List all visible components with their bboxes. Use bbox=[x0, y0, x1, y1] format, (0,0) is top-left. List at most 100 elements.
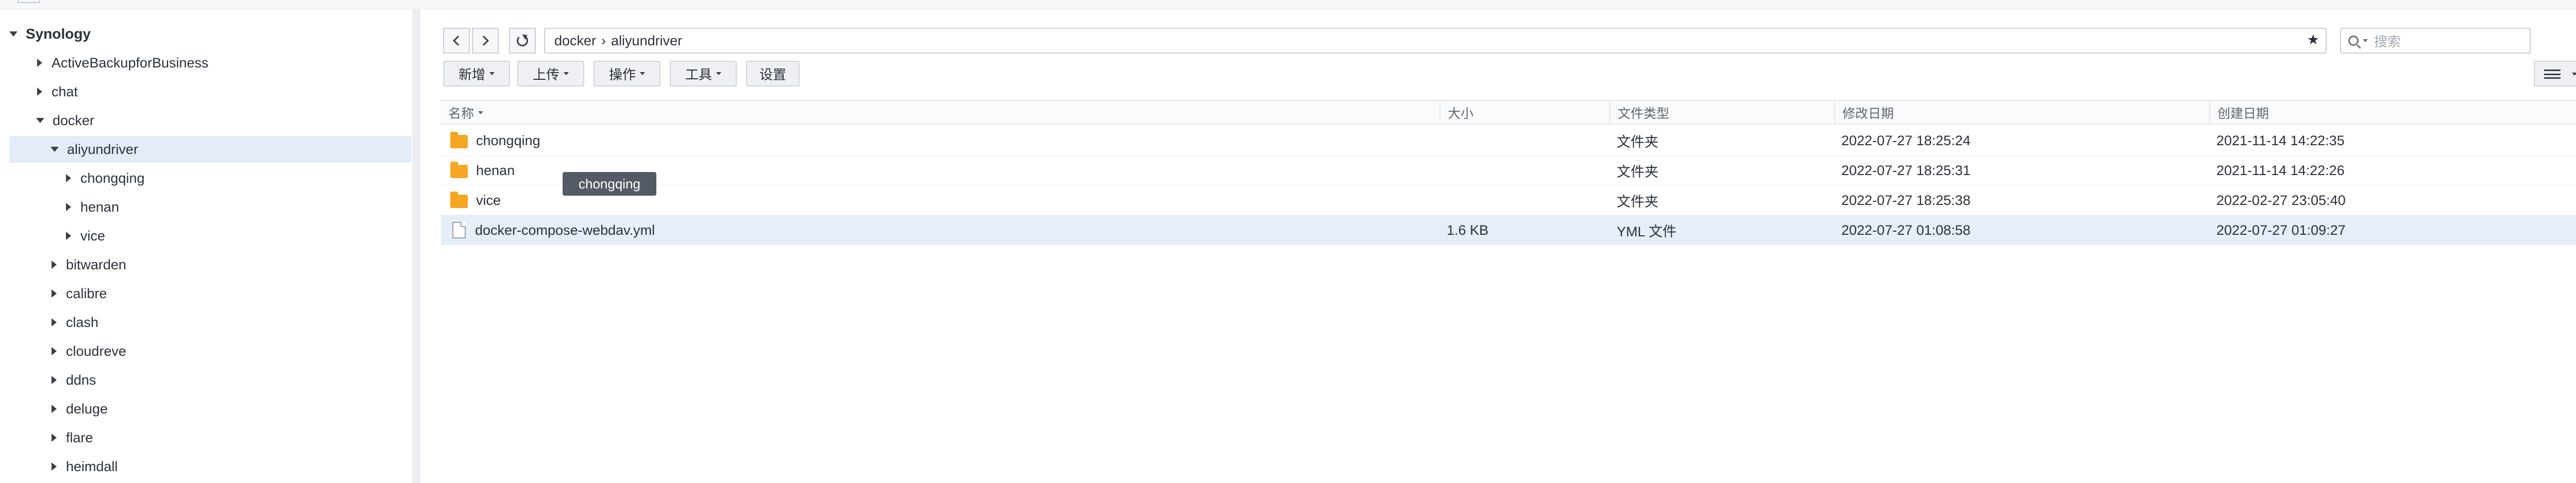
search-icon bbox=[2348, 36, 2359, 46]
folder-tree: Synology ActiveBackupforBusiness chat do… bbox=[0, 9, 417, 483]
tree-item-synology[interactable]: Synology bbox=[9, 21, 411, 47]
column-header-size[interactable]: 大小 bbox=[1439, 101, 1609, 125]
file-icon bbox=[452, 222, 466, 238]
tree-item-activebackupforbusiness[interactable]: ActiveBackupforBusiness bbox=[9, 49, 411, 76]
tree-item-label: deluge bbox=[66, 401, 108, 417]
chevron-right-icon[interactable] bbox=[52, 289, 57, 298]
chevron-down-icon[interactable] bbox=[50, 147, 59, 152]
chevron-left-icon bbox=[453, 36, 463, 46]
column-header-type[interactable]: 文件类型 bbox=[1609, 101, 1834, 125]
star-icon[interactable]: ★ bbox=[2307, 32, 2319, 48]
chevron-down-icon bbox=[716, 72, 721, 75]
chevron-right-icon[interactable] bbox=[52, 405, 57, 413]
name-cell: henan bbox=[450, 156, 515, 185]
view-mode-button[interactable] bbox=[2534, 61, 2576, 87]
chevron-right-icon[interactable] bbox=[66, 232, 71, 240]
tree-item-ddns[interactable]: ddns bbox=[9, 367, 411, 393]
tree-item-flare[interactable]: flare bbox=[9, 424, 411, 451]
chevron-right-icon[interactable] bbox=[52, 376, 57, 384]
created-cell: 2021-11-14 14:22:35 bbox=[2216, 132, 2345, 148]
search-input[interactable]: 搜索 bbox=[2340, 28, 2531, 54]
tree-item-label: chat bbox=[52, 83, 78, 99]
table-row[interactable]: chongqing 文件夹 2022-07-27 18:25:24 2021-1… bbox=[441, 126, 2576, 156]
chevron-right-icon[interactable] bbox=[52, 261, 57, 269]
path-bar[interactable]: docker › aliyundriver ★ bbox=[544, 28, 2327, 54]
path-segment-docker[interactable]: docker bbox=[554, 33, 596, 49]
path-separator: › bbox=[601, 32, 606, 48]
modified-cell: 2022-07-27 18:25:38 bbox=[1841, 192, 1971, 208]
chevron-right-icon[interactable] bbox=[52, 347, 57, 355]
chevron-right-icon[interactable] bbox=[37, 59, 42, 67]
created-cell: 2022-02-27 23:05:40 bbox=[2216, 192, 2346, 208]
folder-icon bbox=[450, 132, 468, 148]
path-segment-aliyundriver[interactable]: aliyundriver bbox=[611, 33, 682, 49]
file-name: vice bbox=[476, 192, 501, 208]
chevron-down-icon[interactable] bbox=[2363, 39, 2368, 42]
column-header-modified[interactable]: 修改日期 bbox=[1834, 101, 2209, 125]
tree-item-label: chongqing bbox=[80, 170, 145, 186]
tree-item-label: vice bbox=[80, 228, 106, 244]
folder-icon bbox=[450, 162, 468, 178]
refresh-button[interactable] bbox=[509, 28, 536, 54]
created-cell: 2021-11-14 14:22:26 bbox=[2216, 162, 2345, 178]
tree-item-henan[interactable]: henan bbox=[9, 194, 411, 220]
folder-icon bbox=[450, 192, 468, 208]
chevron-right-icon[interactable] bbox=[52, 462, 57, 471]
file-browser: docker › aliyundriver ★ 搜索 新增 上传 操作 工具 设… bbox=[426, 9, 2576, 483]
chevron-right-icon[interactable] bbox=[52, 318, 57, 326]
new-button[interactable]: 新增 bbox=[443, 61, 510, 87]
column-header-label: 创建日期 bbox=[2217, 107, 2269, 121]
tree-item-label: docker bbox=[53, 112, 95, 128]
column-header-name[interactable]: 名称 bbox=[441, 101, 1439, 125]
back-button[interactable] bbox=[443, 28, 470, 54]
tooltip-text: chongqing bbox=[579, 176, 640, 192]
column-header-created[interactable]: 创建日期 ⋮ bbox=[2209, 101, 2576, 125]
window-top-strip bbox=[0, 0, 2576, 9]
tree-item-cloudreve[interactable]: cloudreve bbox=[9, 338, 411, 365]
tree-item-calibre[interactable]: calibre bbox=[9, 280, 411, 307]
search-placeholder: 搜索 bbox=[2374, 33, 2401, 49]
tree-item-bitwarden[interactable]: bitwarden bbox=[9, 251, 411, 278]
tree-item-aliyundriver[interactable]: aliyundriver bbox=[9, 136, 411, 163]
forward-button[interactable] bbox=[472, 28, 499, 54]
table-row[interactable]: vice 文件夹 2022-07-27 18:25:38 2022-02-27 … bbox=[441, 185, 2576, 215]
chevron-right-icon[interactable] bbox=[37, 88, 42, 96]
type-cell: 文件夹 bbox=[1617, 164, 1658, 180]
column-header-label: 文件类型 bbox=[1618, 107, 1670, 121]
tree-item-docker[interactable]: docker bbox=[9, 107, 411, 134]
chevron-down-icon bbox=[2572, 73, 2576, 76]
tools-button-label: 工具 bbox=[685, 66, 712, 82]
tree-item-label: flare bbox=[66, 429, 93, 445]
tree-item-vice[interactable]: vice bbox=[9, 222, 411, 249]
tree-scrollbar[interactable] bbox=[412, 9, 420, 483]
tree-item-clash[interactable]: clash bbox=[9, 309, 411, 336]
table-row[interactable]: docker-compose-webdav.yml 1.6 KB YML 文件 … bbox=[441, 215, 2576, 245]
chevron-right-icon bbox=[479, 36, 489, 46]
tree-item-chat[interactable]: chat bbox=[9, 78, 411, 105]
chevron-down-icon bbox=[564, 72, 569, 75]
table-header: 名称 大小 文件类型 修改日期 创建日期 ⋮ bbox=[441, 100, 2576, 125]
settings-button[interactable]: 设置 bbox=[746, 61, 800, 87]
table-row[interactable]: henan 文件夹 2022-07-27 18:25:31 2021-11-14… bbox=[441, 156, 2576, 185]
name-cell: docker-compose-webdav.yml bbox=[450, 215, 655, 245]
tooltip: chongqing bbox=[563, 172, 656, 196]
action-button[interactable]: 操作 bbox=[594, 61, 660, 87]
window-tab-stub bbox=[18, 0, 40, 3]
list-view-icon bbox=[2544, 70, 2561, 79]
upload-button[interactable]: 上传 bbox=[517, 61, 584, 87]
chevron-down-icon[interactable] bbox=[36, 118, 44, 123]
chevron-right-icon[interactable] bbox=[66, 174, 71, 182]
tree-item-chongqing[interactable]: chongqing bbox=[9, 165, 411, 192]
chevron-right-icon[interactable] bbox=[66, 203, 71, 211]
chevron-down-icon bbox=[489, 72, 495, 75]
tree-item-label: ddns bbox=[66, 372, 96, 388]
tree-item-deluge[interactable]: deluge bbox=[9, 395, 411, 422]
chevron-right-icon[interactable] bbox=[52, 434, 57, 442]
refresh-icon bbox=[517, 35, 528, 46]
chevron-down-icon bbox=[640, 72, 645, 75]
tools-button[interactable]: 工具 bbox=[670, 61, 737, 87]
file-name: chongqing bbox=[476, 132, 540, 148]
tree-item-label: ActiveBackupforBusiness bbox=[52, 55, 209, 71]
tree-item-heimdall[interactable]: heimdall bbox=[9, 453, 411, 480]
chevron-down-icon[interactable] bbox=[9, 31, 18, 37]
